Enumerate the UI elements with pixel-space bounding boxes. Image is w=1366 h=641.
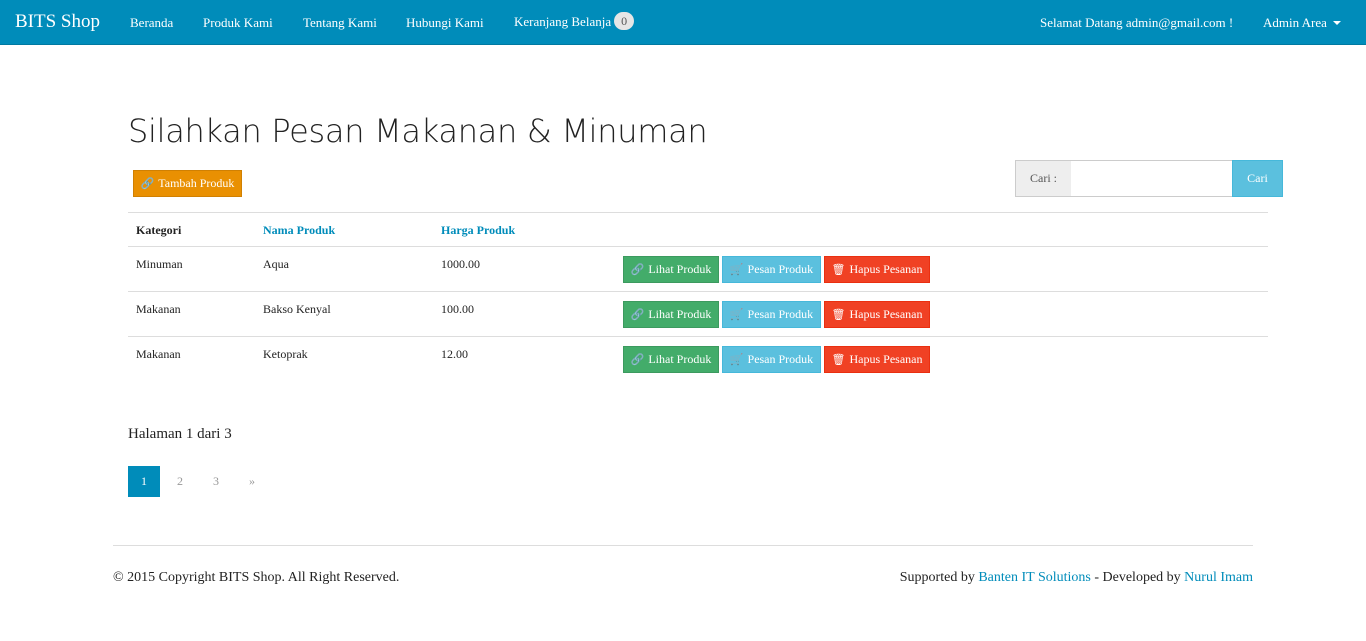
cart-icon: 🛒 [729, 308, 744, 321]
brand-link[interactable]: BITS Shop [15, 11, 100, 33]
add-product-button[interactable]: 🔗 Tambah Produk [133, 170, 242, 197]
cell-kategori: Minuman [136, 257, 183, 271]
page-1-link[interactable]: 1 [128, 466, 160, 497]
trash-icon: 🗑 [831, 353, 846, 366]
trash-icon: 🗑 [831, 263, 846, 276]
header-harga-produk[interactable]: Harga Produk [441, 223, 515, 238]
row-divider [128, 291, 1268, 292]
supported-by-text: Supported by [899, 570, 975, 585]
pagination-info: Halaman 1 dari 3 [128, 426, 232, 442]
admin-area-label: Admin Area [1263, 15, 1327, 30]
add-product-label: Tambah Produk [158, 176, 235, 190]
cell-kategori: Makanan [136, 347, 181, 361]
delete-order-button[interactable]: 🗑 Hapus Pesanan [824, 346, 930, 373]
page-title: Silahkan Pesan Makanan & Minuman [128, 112, 708, 150]
supporter-link[interactable]: Banten IT Solutions [978, 570, 1091, 585]
caret-down-icon [1332, 21, 1341, 26]
page-3-link[interactable]: 3 [200, 466, 232, 497]
cart-icon: 🛒 [729, 353, 744, 366]
cell-harga: 100.00 [441, 302, 474, 316]
nav-produk-kami[interactable]: Produk Kami [203, 15, 273, 31]
order-product-button[interactable]: 🛒 Pesan Produk [722, 256, 821, 283]
admin-area-dropdown[interactable]: Admin Area [1263, 15, 1341, 31]
footer-copyright: © 2015 Copyright BITS Shop. All Right Re… [113, 570, 400, 585]
link-icon: 🔗 [630, 308, 645, 321]
welcome-text: Selamat Datang admin@gmail.com ! [1040, 15, 1234, 30]
delete-order-button[interactable]: 🗑 Hapus Pesanan [824, 301, 930, 328]
page-2-link[interactable]: 2 [164, 466, 196, 497]
trash-icon: 🗑 [831, 308, 846, 321]
header-nama-produk[interactable]: Nama Produk [263, 223, 335, 238]
nav-keranjang-belanja[interactable]: Keranjang Belanja 0 [514, 12, 635, 31]
order-product-button[interactable]: 🛒 Pesan Produk [722, 301, 821, 328]
table-header-border [128, 246, 1268, 247]
top-navbar: BITS Shop Beranda Produk Kami Tentang Ka… [0, 0, 1366, 45]
developed-by-text: - Developed by [1094, 570, 1181, 585]
order-product-button[interactable]: 🛒 Pesan Produk [722, 346, 821, 373]
cell-harga: 12.00 [441, 347, 468, 361]
developer-link[interactable]: Nurul Imam [1184, 570, 1253, 585]
view-product-button[interactable]: 🔗 Lihat Produk [623, 256, 719, 283]
nav-tentang-kami[interactable]: Tentang Kami [303, 15, 377, 31]
cart-icon: 🛒 [729, 263, 744, 276]
search-input[interactable] [1071, 160, 1233, 197]
search-button[interactable]: Cari [1232, 160, 1283, 197]
delete-order-button[interactable]: 🗑 Hapus Pesanan [824, 256, 930, 283]
header-kategori: Kategori [136, 223, 182, 237]
cell-kategori: Makanan [136, 302, 181, 316]
table-top-border [128, 212, 1268, 213]
search-label: Cari : [1015, 160, 1072, 197]
view-product-button[interactable]: 🔗 Lihat Produk [623, 346, 719, 373]
cell-nama: Ketoprak [263, 347, 308, 361]
nav-beranda[interactable]: Beranda [130, 15, 173, 31]
cell-nama: Aqua [263, 257, 289, 271]
link-icon: 🔗 [630, 353, 645, 366]
footer-credits: Supported by Banten IT Solutions - Devel… [900, 570, 1253, 586]
cart-label: Keranjang Belanja [514, 14, 612, 29]
cell-harga: 1000.00 [441, 257, 480, 271]
link-icon: 🔗 [630, 263, 645, 276]
nav-hubungi-kami[interactable]: Hubungi Kami [406, 15, 484, 31]
next-page-link[interactable]: » [236, 466, 268, 497]
view-product-button[interactable]: 🔗 Lihat Produk [623, 301, 719, 328]
link-icon: 🔗 [140, 177, 155, 190]
cell-nama: Bakso Kenyal [263, 302, 331, 316]
footer-divider [113, 545, 1253, 546]
row-divider [128, 336, 1268, 337]
cart-count-badge: 0 [614, 12, 635, 30]
